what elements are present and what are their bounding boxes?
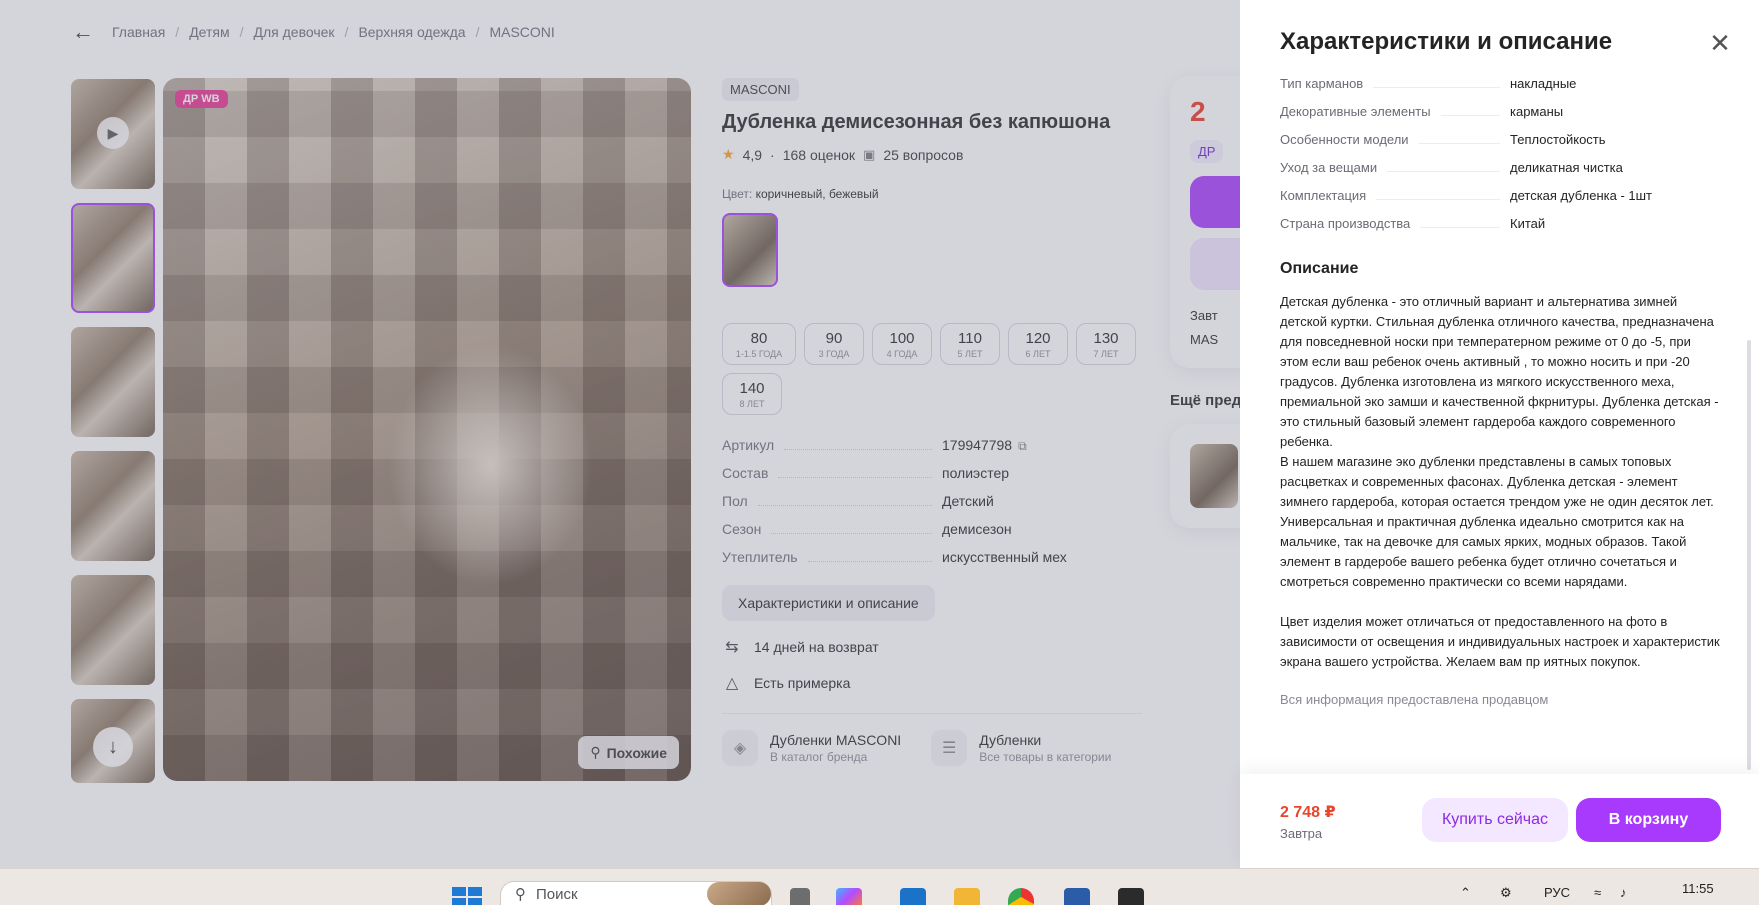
modal-overlay[interactable] bbox=[0, 0, 1240, 868]
wifi-icon[interactable]: ≈ bbox=[1594, 885, 1601, 900]
close-icon[interactable]: ✕ bbox=[1705, 28, 1735, 58]
property-key: Страна производства bbox=[1280, 216, 1411, 231]
property-row: Декоративные элементы карманы bbox=[1280, 104, 1720, 132]
property-value: Китай bbox=[1510, 216, 1546, 231]
store-icon[interactable] bbox=[900, 888, 926, 905]
property-row: Комплектация детская дубленка - 1шт bbox=[1280, 188, 1720, 216]
search-icon: ⚲ bbox=[515, 886, 526, 903]
clock-time: 11:55 bbox=[1682, 881, 1714, 896]
powershell-icon[interactable] bbox=[1064, 888, 1090, 905]
panel-footer: 2 748 ₽ Завтра Купить сейчас В корзину bbox=[1240, 774, 1759, 868]
copilot-icon[interactable] bbox=[836, 888, 862, 905]
property-key: Особенности модели bbox=[1280, 132, 1409, 147]
terminal-icon[interactable] bbox=[1118, 888, 1144, 905]
footer-price: 2 748 ₽ bbox=[1280, 804, 1336, 821]
property-key: Тип карманов bbox=[1280, 76, 1364, 91]
property-key: Комплектация bbox=[1280, 188, 1367, 203]
buy-now-button[interactable]: Купить сейчас bbox=[1422, 798, 1568, 842]
taskbar-search-placeholder: Поиск bbox=[536, 885, 578, 903]
property-value: карманы bbox=[1510, 104, 1564, 119]
windows-taskbar: ⚲ Поиск ⌃ ⚙ РУС ≈ ♪ 11:55 bbox=[0, 868, 1759, 905]
property-key: Уход за вещами bbox=[1280, 160, 1378, 175]
panel-scrollbar[interactable] bbox=[1747, 340, 1751, 770]
property-row: Особенности модели Теплостойкость bbox=[1280, 132, 1720, 160]
panel-scroll-area[interactable]: Тип карманов накладные Декоративные элеме… bbox=[1280, 76, 1720, 776]
property-value: накладные bbox=[1510, 76, 1577, 91]
description-heading: Описание bbox=[1280, 260, 1359, 277]
search-highlight-image bbox=[707, 882, 771, 905]
description-text: Детская дубленка - это отличный вариант … bbox=[1280, 294, 1720, 669]
tray-app-icon[interactable]: ⚙ bbox=[1500, 885, 1512, 901]
add-to-cart-button[interactable]: В корзину bbox=[1576, 798, 1721, 842]
property-row: Страна производства Китай bbox=[1280, 216, 1720, 244]
windows-start-icon[interactable] bbox=[452, 887, 482, 905]
property-value: Теплостойкость bbox=[1510, 132, 1606, 147]
volume-icon[interactable]: ♪ bbox=[1620, 885, 1627, 900]
characteristics-panel: Характеристики и описание ✕ Тип карманов… bbox=[1240, 0, 1759, 868]
chrome-icon[interactable] bbox=[1008, 888, 1034, 905]
property-row: Уход за вещами деликатная чистка bbox=[1280, 160, 1720, 188]
property-value: деликатная чистка bbox=[1510, 160, 1623, 175]
footer-delivery-date: Завтра bbox=[1280, 826, 1323, 841]
tray-chevron-icon[interactable]: ⌃ bbox=[1460, 885, 1471, 901]
property-value: детская дубленка - 1шт bbox=[1510, 188, 1653, 203]
property-row: Тип карманов накладные bbox=[1280, 76, 1720, 104]
file-explorer-icon[interactable] bbox=[954, 888, 980, 905]
input-language[interactable]: РУС bbox=[1544, 885, 1570, 900]
panel-title: Характеристики и описание bbox=[1280, 28, 1613, 55]
property-key: Декоративные элементы bbox=[1280, 104, 1431, 119]
taskbar-search-box[interactable]: ⚲ Поиск bbox=[500, 881, 772, 905]
seller-info-note: Вся информация предоставлена продавцом bbox=[1280, 692, 1549, 707]
task-view-icon[interactable] bbox=[790, 888, 810, 905]
system-clock[interactable]: 11:55 bbox=[1682, 881, 1714, 896]
